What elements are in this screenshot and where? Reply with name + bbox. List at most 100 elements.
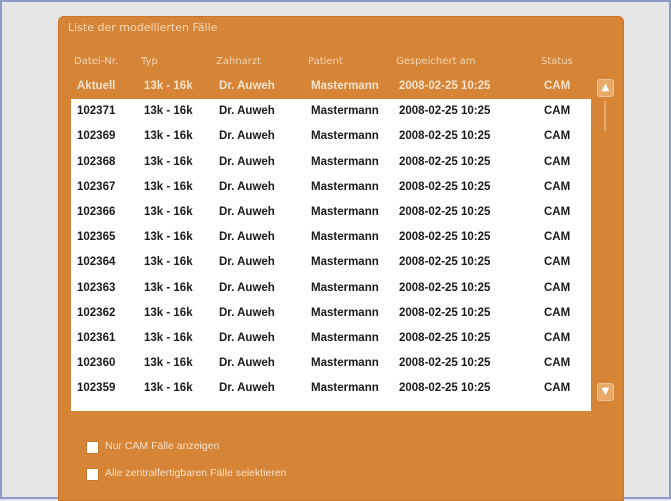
- table-row[interactable]: 102366 13k - 16k Dr. Auweh Mastermann 2008-0…: [71, 201, 591, 225]
- cell-status: CAM: [544, 80, 571, 92]
- cell-status: CAM: [544, 155, 571, 168]
- select-all-checkbox[interactable]: [86, 468, 99, 481]
- cell-status: CAM: [544, 231, 571, 244]
- table-row[interactable]: 102365 13k - 16k Dr. Auweh Mastermann 2008-0…: [71, 226, 591, 250]
- cell-dentist: Dr. Auweh: [219, 357, 275, 370]
- cell-saved-at: 2008-02-25 10:25: [399, 231, 491, 244]
- chevron-up-icon[interactable]: ▲: [597, 79, 614, 97]
- cell-patient: Mastermann: [311, 105, 379, 118]
- cell-type: 13k - 16k: [144, 357, 193, 370]
- cell-saved-at: 2008-02-25 10:25: [399, 382, 491, 395]
- cell-file-no: 102360: [77, 357, 116, 370]
- cell-file-no: Aktuell: [77, 80, 116, 92]
- cell-saved-at: 2008-02-25 10:25: [399, 332, 491, 344]
- cell-file-no: 102362: [77, 306, 116, 319]
- cell-patient: Mastermann: [311, 206, 379, 218]
- cell-patient: Mastermann: [311, 130, 379, 143]
- table-row[interactable]: 102359 13k - 16k Dr. Auweh Mastermann 2008-0…: [71, 377, 591, 401]
- list-scrollbar[interactable]: ▲ ▼: [596, 75, 614, 411]
- table-row[interactable]: 102371 13k - 16k Dr. Auweh Mastermann 2008-0…: [71, 100, 591, 124]
- cell-dentist: Dr. Auweh: [219, 281, 275, 294]
- table-row[interactable]: 102360 13k - 16k Dr. Auweh Mastermann 2008-0…: [71, 352, 591, 376]
- cell-saved-at: 2008-02-25 10:25: [399, 155, 491, 168]
- cell-dentist: Dr. Auweh: [219, 130, 275, 143]
- cam-only-label[interactable]: Nur CAM Fälle anzeigen: [105, 440, 219, 452]
- select-all-label[interactable]: Alle zentralfertigbaren Fälle selektiere…: [105, 467, 287, 479]
- column-header-file-no[interactable]: Datei-Nr.: [74, 56, 118, 67]
- table-row[interactable]: 102363 13k - 16k Dr. Auweh Mastermann 2008-0…: [71, 277, 591, 301]
- cell-dentist: Dr. Auweh: [219, 180, 275, 193]
- table-row[interactable]: 102369 13k - 16k Dr. Auweh Mastermann 2008-0…: [71, 125, 591, 149]
- cell-patient: Mastermann: [311, 306, 379, 319]
- cell-dentist: Dr. Auweh: [219, 155, 275, 168]
- cell-patient: Mastermann: [311, 357, 379, 370]
- column-header-patient[interactable]: Patient: [308, 56, 343, 67]
- cam-only-checkbox[interactable]: [86, 441, 99, 454]
- cell-file-no: 102369: [77, 130, 116, 143]
- window-frame: Liste der modellierten Fälle Datei-Nr. T…: [0, 0, 671, 501]
- column-header-dentist[interactable]: Zahnarzt: [216, 56, 261, 67]
- column-headers: Datei-Nr. Typ Zahnarzt Patient Gespeiche…: [70, 56, 590, 70]
- cell-file-no: 102366: [77, 206, 116, 218]
- table-row[interactable]: Aktuell 13k - 16k Dr. Auweh Mastermann 2008-…: [71, 75, 591, 99]
- cell-file-no: 102364: [77, 256, 116, 269]
- cell-type: 13k - 16k: [144, 130, 193, 143]
- cell-type: 13k - 16k: [144, 332, 193, 344]
- cell-saved-at: 2008-02-25 10:25: [399, 357, 491, 370]
- column-header-type[interactable]: Typ: [141, 56, 158, 67]
- cell-dentist: Dr. Auweh: [219, 382, 275, 395]
- table-row[interactable]: 102367 13k - 16k Dr. Auweh Mastermann 2008-0…: [71, 176, 591, 200]
- cell-dentist: Dr. Auweh: [219, 206, 275, 218]
- cell-type: 13k - 16k: [144, 281, 193, 294]
- cell-saved-at: 2008-02-25 10:25: [399, 281, 491, 294]
- cell-patient: Mastermann: [311, 281, 379, 294]
- cell-file-no: 102359: [77, 382, 116, 395]
- cell-patient: Mastermann: [311, 80, 379, 92]
- column-header-status[interactable]: Status: [541, 56, 573, 67]
- table-row[interactable]: 102364 13k - 16k Dr. Auweh Mastermann 2008-0…: [71, 251, 591, 275]
- cell-dentist: Dr. Auweh: [219, 332, 275, 344]
- table-row[interactable]: 102361 13k - 16k Dr. Auweh Mastermann 2008-0…: [71, 327, 591, 351]
- cell-type: 13k - 16k: [144, 80, 193, 92]
- cell-status: CAM: [544, 130, 571, 143]
- cell-saved-at: 2008-02-25 10:25: [399, 256, 491, 269]
- cell-type: 13k - 16k: [144, 231, 193, 244]
- cell-status: CAM: [544, 256, 571, 269]
- table-row[interactable]: 102362 13k - 16k Dr. Auweh Mastermann 2008-0…: [71, 302, 591, 326]
- cell-patient: Mastermann: [311, 382, 379, 395]
- cell-file-no: 102371: [77, 105, 116, 118]
- cell-file-no: 102365: [77, 231, 116, 244]
- cell-status: CAM: [544, 206, 571, 218]
- cell-patient: Mastermann: [311, 155, 379, 168]
- cell-dentist: Dr. Auweh: [219, 306, 275, 319]
- cell-dentist: Dr. Auweh: [219, 105, 275, 118]
- cell-dentist: Dr. Auweh: [219, 80, 275, 92]
- cell-patient: Mastermann: [311, 256, 379, 269]
- cell-file-no: 102363: [77, 281, 116, 294]
- cell-status: CAM: [544, 332, 571, 344]
- cell-patient: Mastermann: [311, 180, 379, 193]
- cell-file-no: 102368: [77, 155, 116, 168]
- cases-panel: Liste der modellierten Fälle Datei-Nr. T…: [58, 16, 624, 501]
- cell-file-no: 102367: [77, 180, 116, 193]
- cell-saved-at: 2008-02-25 10:25: [399, 206, 491, 218]
- cell-patient: Mastermann: [311, 231, 379, 244]
- cell-status: CAM: [544, 281, 571, 294]
- chevron-down-icon[interactable]: ▼: [597, 383, 614, 401]
- cell-type: 13k - 16k: [144, 306, 193, 319]
- cell-dentist: Dr. Auweh: [219, 256, 275, 269]
- cell-saved-at: 2008-02-25 10:25: [399, 306, 491, 319]
- cell-status: CAM: [544, 306, 571, 319]
- cell-type: 13k - 16k: [144, 180, 193, 193]
- panel-title: Liste der modellierten Fälle: [68, 21, 218, 34]
- scrollbar-track[interactable]: [604, 101, 606, 131]
- cell-status: CAM: [544, 382, 571, 395]
- cell-dentist: Dr. Auweh: [219, 231, 275, 244]
- cell-patient: Mastermann: [311, 332, 379, 344]
- case-list[interactable]: Aktuell 13k - 16k Dr. Auweh Mastermann 2008-…: [71, 75, 591, 411]
- cell-status: CAM: [544, 105, 571, 118]
- cell-saved-at: 2008-02-25 10:25: [399, 105, 491, 118]
- cell-saved-at: 2008-02-25 10:25: [399, 80, 491, 92]
- column-header-saved-at[interactable]: Gespeichert am: [396, 56, 475, 67]
- table-row[interactable]: 102368 13k - 16k Dr. Auweh Mastermann 2008-0…: [71, 151, 591, 175]
